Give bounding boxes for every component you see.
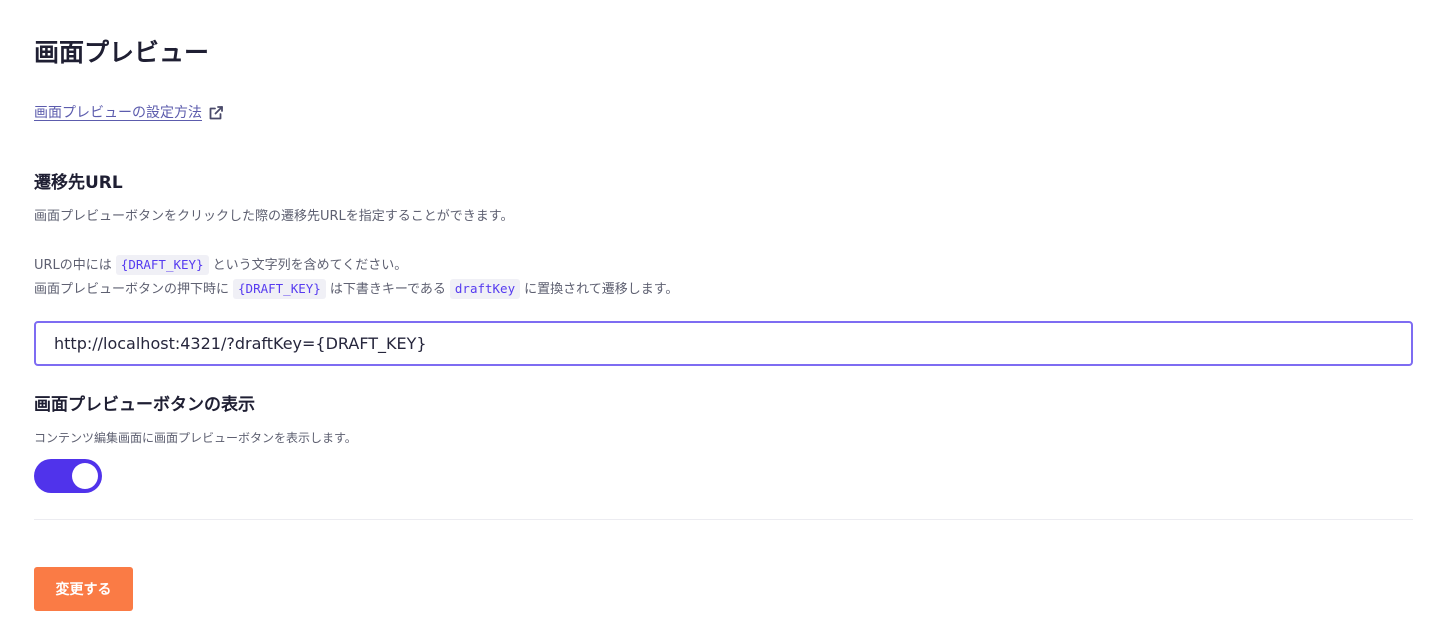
draft-key-code: {DRAFT_KEY} — [115, 255, 209, 275]
note-text: に置換されて遷移します。 — [524, 282, 679, 297]
preview-button-display-description: コンテンツ編集画面に画面プレビューボタンを表示します。 — [34, 431, 357, 445]
draft-key-code: {DRAFT_KEY} — [233, 279, 326, 299]
redirect-url-heading: 遷移先URL — [34, 173, 123, 193]
note-text: URLの中には — [34, 258, 112, 273]
note-text: は下書きキーである — [329, 282, 446, 297]
note-text: という文字列を含めてください。 — [212, 258, 408, 273]
draftkey-code: draftKey — [449, 279, 521, 299]
settings-help-link-label: 画面プレビューの設定方法 — [34, 105, 202, 121]
settings-help-link[interactable]: 画面プレビューの設定方法 — [34, 102, 224, 124]
draft-key-note-line-1: URLの中には {DRAFT_KEY} という文字列を含めてください。 — [34, 255, 407, 277]
draft-key-note-line-2: 画面プレビューボタンの押下時に {DRAFT_KEY} は下書きキーである draft… — [34, 279, 678, 301]
external-link-icon — [208, 105, 224, 121]
toggle-knob — [72, 463, 98, 489]
page-title: 画面プレビュー — [34, 38, 210, 67]
preview-button-display-toggle[interactable] — [34, 459, 102, 493]
redirect-url-description: 画面プレビューボタンをクリックした際の遷移先URLを指定することができます。 — [34, 209, 514, 224]
preview-button-display-heading: 画面プレビューボタンの表示 — [34, 395, 255, 415]
note-text: 画面プレビューボタンの押下時に — [34, 282, 230, 297]
submit-button[interactable]: 変更する — [34, 567, 133, 611]
redirect-url-input[interactable] — [34, 321, 1413, 366]
divider — [34, 519, 1413, 520]
